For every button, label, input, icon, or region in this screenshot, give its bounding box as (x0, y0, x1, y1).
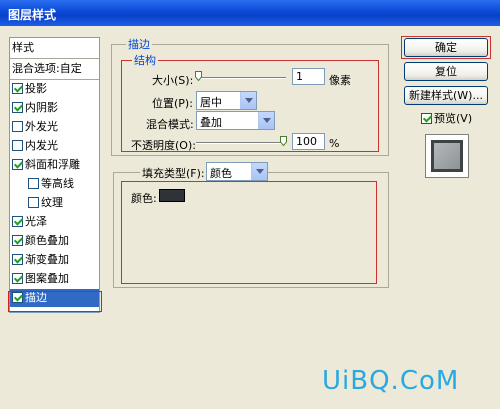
style-item-label: 等高线 (41, 177, 74, 190)
blend-options-item[interactable]: 混合选项:自定 (12, 60, 82, 78)
style-item-label: 渐变叠加 (25, 253, 69, 266)
fill-type-label: 填充类型(F): (140, 165, 207, 181)
opacity-input[interactable]: 100 (292, 133, 325, 150)
chevron-down-icon[interactable] (240, 92, 256, 109)
styles-header: 样式 (12, 41, 34, 54)
ok-button[interactable]: 确定 (404, 38, 488, 57)
style-item-label: 投影 (25, 82, 47, 95)
opacity-slider-track[interactable] (196, 142, 286, 144)
style-checkbox[interactable] (12, 121, 23, 132)
opacity-slider-thumb[interactable] (280, 136, 287, 146)
style-checkbox[interactable] (12, 216, 23, 227)
position-label: 位置(P): (152, 97, 193, 110)
style-item[interactable]: 内发光 (12, 137, 58, 155)
reset-button[interactable]: 复位 (404, 62, 488, 81)
position-value: 居中 (200, 96, 222, 109)
preview-label: 预览(V) (434, 112, 473, 125)
size-slider-thumb[interactable] (195, 71, 202, 81)
divider (10, 58, 99, 59)
style-item[interactable]: 颜色叠加 (12, 232, 69, 250)
preview-toggle[interactable]: 预览(V) (421, 110, 472, 126)
style-checkbox[interactable] (12, 159, 23, 170)
chevron-down-icon[interactable] (258, 112, 274, 129)
style-checkbox[interactable] (12, 83, 23, 94)
new-style-button[interactable]: 新建样式(W)... (404, 86, 488, 105)
window-title: 图层样式 (0, 0, 500, 26)
blend-mode-label: 混合模式: (146, 118, 194, 131)
style-item-label: 图案叠加 (25, 272, 69, 285)
style-item-label: 斜面和浮雕 (25, 158, 80, 171)
style-item[interactable]: 投影 (12, 80, 47, 98)
color-swatch[interactable] (159, 189, 185, 202)
watermark-text: UiBQ.CoM (322, 366, 460, 396)
style-item[interactable]: 内阴影 (12, 99, 58, 117)
preview-checkbox[interactable] (421, 113, 432, 124)
style-checkbox[interactable] (12, 254, 23, 265)
stroke-group-title: 描边 (126, 36, 152, 52)
style-item[interactable]: 光泽 (12, 213, 47, 231)
size-input[interactable]: 1 (292, 68, 325, 85)
size-label: 大小(S): (152, 74, 194, 87)
style-item-label: 光泽 (25, 215, 47, 228)
style-checkbox[interactable] (28, 197, 39, 208)
color-label: 颜色: (131, 192, 157, 205)
style-item-label: 内发光 (25, 139, 58, 152)
opacity-unit: % (329, 137, 340, 150)
selected-item-highlight (8, 291, 102, 312)
style-preview (425, 134, 469, 178)
preview-swatch (431, 140, 463, 172)
style-checkbox[interactable] (12, 140, 23, 151)
style-item[interactable]: 图案叠加 (12, 270, 69, 288)
style-checkbox[interactable] (28, 178, 39, 189)
opacity-label: 不透明度(O): (131, 139, 196, 152)
style-checkbox[interactable] (12, 102, 23, 113)
blend-mode-select[interactable]: 叠加 (196, 111, 275, 130)
style-item[interactable]: 外发光 (12, 118, 58, 136)
fill-type-value: 颜色 (210, 167, 232, 180)
blend-mode-value: 叠加 (200, 116, 222, 129)
style-item-label: 颜色叠加 (25, 234, 69, 247)
size-slider-track[interactable] (196, 77, 286, 79)
style-item-label: 内阴影 (25, 101, 58, 114)
fill-type-select[interactable]: 颜色 (206, 162, 268, 181)
style-item[interactable]: 斜面和浮雕 (12, 156, 80, 174)
size-unit: 像素 (329, 74, 351, 87)
style-item[interactable]: 等高线 (28, 175, 74, 193)
style-item-label: 纹理 (41, 196, 63, 209)
style-checkbox[interactable] (12, 273, 23, 284)
chevron-down-icon[interactable] (251, 163, 267, 180)
structure-title: 结构 (132, 52, 158, 68)
style-item-label: 外发光 (25, 120, 58, 133)
style-item[interactable]: 渐变叠加 (12, 251, 69, 269)
style-item[interactable]: 纹理 (28, 194, 63, 212)
style-checkbox[interactable] (12, 235, 23, 246)
position-select[interactable]: 居中 (196, 91, 257, 110)
